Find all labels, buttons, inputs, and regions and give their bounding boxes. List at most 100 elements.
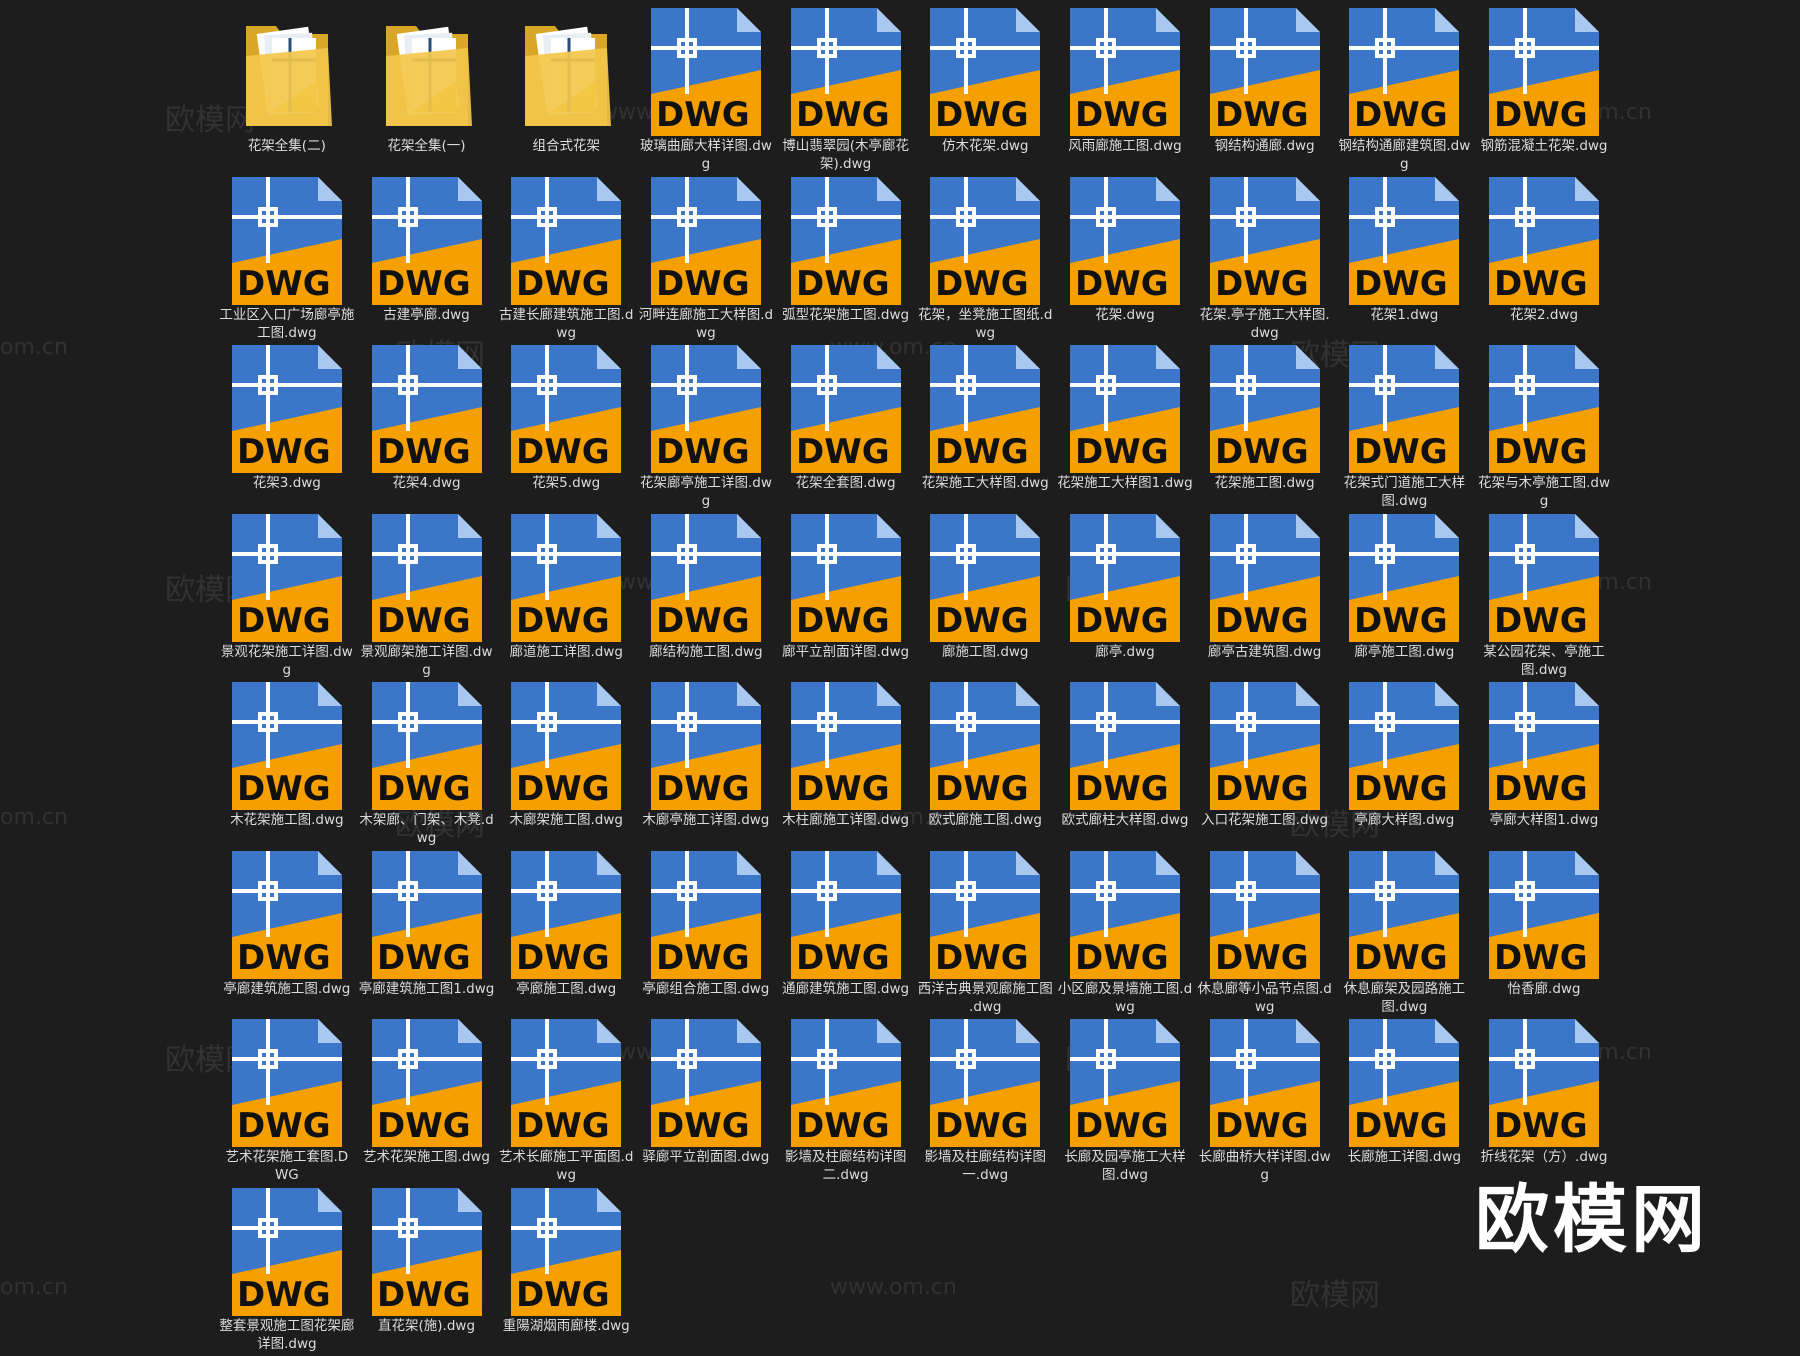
file-item[interactable]: DWG 花架式门道施工大样图.dwg (1335, 345, 1475, 514)
dwg-file-icon: DWG (1210, 1019, 1320, 1147)
dwg-badge-text: DWG (656, 264, 750, 304)
file-item[interactable]: DWG 仿木花架.dwg (915, 8, 1055, 177)
file-item[interactable]: DWG 博山翡翠园(木亭廊花架).dwg (776, 8, 916, 177)
file-item[interactable]: DWG 木廊架施工图.dwg (496, 682, 636, 851)
file-item[interactable]: DWG 怡香廊.dwg (1474, 851, 1614, 1020)
file-item[interactable]: DWG 亭廊施工图.dwg (496, 851, 636, 1020)
file-item[interactable]: DWG 亭廊大样图1.dwg (1474, 682, 1614, 851)
file-item[interactable]: DWG 亭廊大样图.dwg (1335, 682, 1475, 851)
file-item[interactable]: DWG 驿廊平立剖面图.dwg (636, 1019, 776, 1188)
dwg-badge-text: DWG (516, 769, 610, 809)
folder-item[interactable]: 组合式花架 (496, 8, 636, 177)
file-item[interactable]: DWG 艺术花架施工图.dwg (357, 1019, 497, 1188)
file-item[interactable]: DWG 廊亭古建筑图.dwg (1195, 514, 1335, 683)
file-item[interactable]: DWG 长廊施工详图.dwg (1335, 1019, 1475, 1188)
file-item[interactable]: DWG 重陽湖烟雨廊楼.dwg (496, 1188, 636, 1356)
file-name-label: 某公园花架、亭施工图.dwg (1476, 643, 1612, 679)
file-item[interactable]: DWG 弧型花架施工图.dwg (776, 177, 916, 346)
file-item[interactable]: DWG 影墙及柱廊结构详图二.dwg (776, 1019, 916, 1188)
dwg-file-icon: DWG (1349, 851, 1459, 979)
file-item[interactable]: DWG 工业区入口广场廊亭施工图.dwg (217, 177, 357, 346)
file-item[interactable]: DWG 某公园花架、亭施工图.dwg (1474, 514, 1614, 683)
file-item[interactable]: DWG 花架全套图.dwg (776, 345, 916, 514)
file-item[interactable]: DWG 木柱廊施工详图.dwg (776, 682, 916, 851)
file-item[interactable]: DWG 影墙及柱廊结构详图一.dwg (915, 1019, 1055, 1188)
file-item[interactable]: DWG 花架，坐凳施工图纸.dwg (915, 177, 1055, 346)
dwg-badge-text: DWG (1494, 938, 1588, 978)
file-item[interactable]: DWG 廊平立剖面详图.dwg (776, 514, 916, 683)
file-item[interactable]: DWG 欧式廊柱大样图.dwg (1055, 682, 1195, 851)
file-name-label: 工业区入口广场廊亭施工图.dwg (219, 306, 355, 342)
file-item[interactable]: DWG 风雨廊施工图.dwg (1055, 8, 1195, 177)
file-item[interactable]: DWG 通廊建筑施工图.dwg (776, 851, 916, 1020)
file-item[interactable]: DWG 亭廊组合施工图.dwg (636, 851, 776, 1020)
file-item[interactable]: DWG 花架.亭子施工大样图.dwg (1195, 177, 1335, 346)
dwg-badge-text: DWG (656, 769, 750, 809)
file-item[interactable]: DWG 河畔连廊施工大样图.dwg (636, 177, 776, 346)
file-item[interactable]: DWG 景观廊架施工详图.dwg (357, 514, 497, 683)
file-item[interactable]: DWG 直花架(施).dwg (357, 1188, 497, 1356)
file-name-label: 花架廊亭施工详图.dwg (638, 474, 774, 510)
dwg-file-icon: DWG (372, 1188, 482, 1316)
dwg-file-icon: DWG (1070, 345, 1180, 473)
file-name-label: 长廊曲桥大样详图.dwg (1197, 1148, 1333, 1184)
dwg-badge-text: DWG (377, 1106, 471, 1146)
file-item[interactable]: DWG 廊亭施工图.dwg (1335, 514, 1475, 683)
dwg-file-icon: DWG (511, 345, 621, 473)
file-item[interactable]: DWG 亭廊建筑施工图.dwg (217, 851, 357, 1020)
file-item[interactable]: DWG 休息廊架及园路施工图.dwg (1335, 851, 1475, 1020)
dwg-badge-text: DWG (1215, 432, 1309, 472)
file-item[interactable]: DWG 钢结构通廊.dwg (1195, 8, 1335, 177)
file-item[interactable]: DWG 长廊及园亭施工大样图.dwg (1055, 1019, 1195, 1188)
folder-item[interactable]: 花架全集(一) (357, 8, 497, 177)
file-item[interactable]: DWG 廊亭.dwg (1055, 514, 1195, 683)
file-item[interactable]: DWG 木廊亭施工详图.dwg (636, 682, 776, 851)
file-name-label: 木架廊、门架、木凳.dwg (359, 811, 495, 847)
file-item[interactable]: DWG 花架5.dwg (496, 345, 636, 514)
dwg-file-icon: DWG (1489, 514, 1599, 642)
file-item[interactable]: DWG 花架廊亭施工详图.dwg (636, 345, 776, 514)
file-item[interactable]: DWG 休息廊等小品节点图.dwg (1195, 851, 1335, 1020)
file-item[interactable]: DWG 花架2.dwg (1474, 177, 1614, 346)
file-item[interactable]: DWG 花架施工大样图1.dwg (1055, 345, 1195, 514)
dwg-badge-text: DWG (377, 938, 471, 978)
dwg-file-icon: DWG (372, 851, 482, 979)
file-item[interactable]: DWG 廊施工图.dwg (915, 514, 1055, 683)
file-item[interactable]: DWG 花架3.dwg (217, 345, 357, 514)
file-item[interactable]: DWG 艺术花架施工套图.DWG (217, 1019, 357, 1188)
file-item[interactable]: DWG 花架施工图.dwg (1195, 345, 1335, 514)
file-item[interactable]: DWG 亭廊建筑施工图1.dwg (357, 851, 497, 1020)
file-item[interactable]: DWG 长廊曲桥大样详图.dwg (1195, 1019, 1335, 1188)
dwg-file-icon: DWG (1070, 8, 1180, 136)
file-item[interactable]: DWG 整套景观施工图花架廊详图.dwg (217, 1188, 357, 1356)
file-item[interactable]: DWG 木花架施工图.dwg (217, 682, 357, 851)
dwg-file-icon: DWG (651, 851, 761, 979)
file-item[interactable]: DWG 花架4.dwg (357, 345, 497, 514)
file-item[interactable]: DWG 花架施工大样图.dwg (915, 345, 1055, 514)
file-item[interactable]: DWG 花架1.dwg (1335, 177, 1475, 346)
dwg-badge-text: DWG (796, 601, 890, 641)
file-name-label: 木柱廊施工详图.dwg (778, 811, 914, 829)
file-name-label: 亭廊大样图.dwg (1336, 811, 1472, 829)
file-item[interactable]: DWG 欧式廊施工图.dwg (915, 682, 1055, 851)
file-item[interactable]: DWG 钢结构通廊建筑图.dwg (1335, 8, 1475, 177)
file-item[interactable]: DWG 花架.dwg (1055, 177, 1195, 346)
folder-item[interactable]: 花架全集(二) (217, 8, 357, 177)
file-item[interactable]: DWG 廊道施工详图.dwg (496, 514, 636, 683)
file-item[interactable]: DWG 玻璃曲廊大样详图.dwg (636, 8, 776, 177)
file-name-label: 休息廊架及园路施工图.dwg (1336, 980, 1472, 1016)
file-item[interactable]: DWG 景观花架施工详图.dwg (217, 514, 357, 683)
file-item[interactable]: DWG 古建长廊建筑施工图.dwg (496, 177, 636, 346)
file-item[interactable]: DWG 小区廊及景墙施工图.dwg (1055, 851, 1195, 1020)
file-item[interactable]: DWG 木架廊、门架、木凳.dwg (357, 682, 497, 851)
file-item[interactable]: DWG 钢筋混凝土花架.dwg (1474, 8, 1614, 177)
file-item[interactable]: DWG 入口花架施工图.dwg (1195, 682, 1335, 851)
file-item[interactable]: DWG 艺术长廊施工平面图.dwg (496, 1019, 636, 1188)
dwg-file-icon: DWG (511, 851, 621, 979)
file-item[interactable]: DWG 古建亭廊.dwg (357, 177, 497, 346)
file-item[interactable]: DWG 西洋古典景观廊施工图 .dwg (915, 851, 1055, 1020)
file-item[interactable]: DWG 花架与木亭施工图.dwg (1474, 345, 1614, 514)
file-item[interactable]: DWG 廊结构施工图.dwg (636, 514, 776, 683)
dwg-file-icon: DWG (1349, 682, 1459, 810)
dwg-badge-text: DWG (796, 938, 890, 978)
